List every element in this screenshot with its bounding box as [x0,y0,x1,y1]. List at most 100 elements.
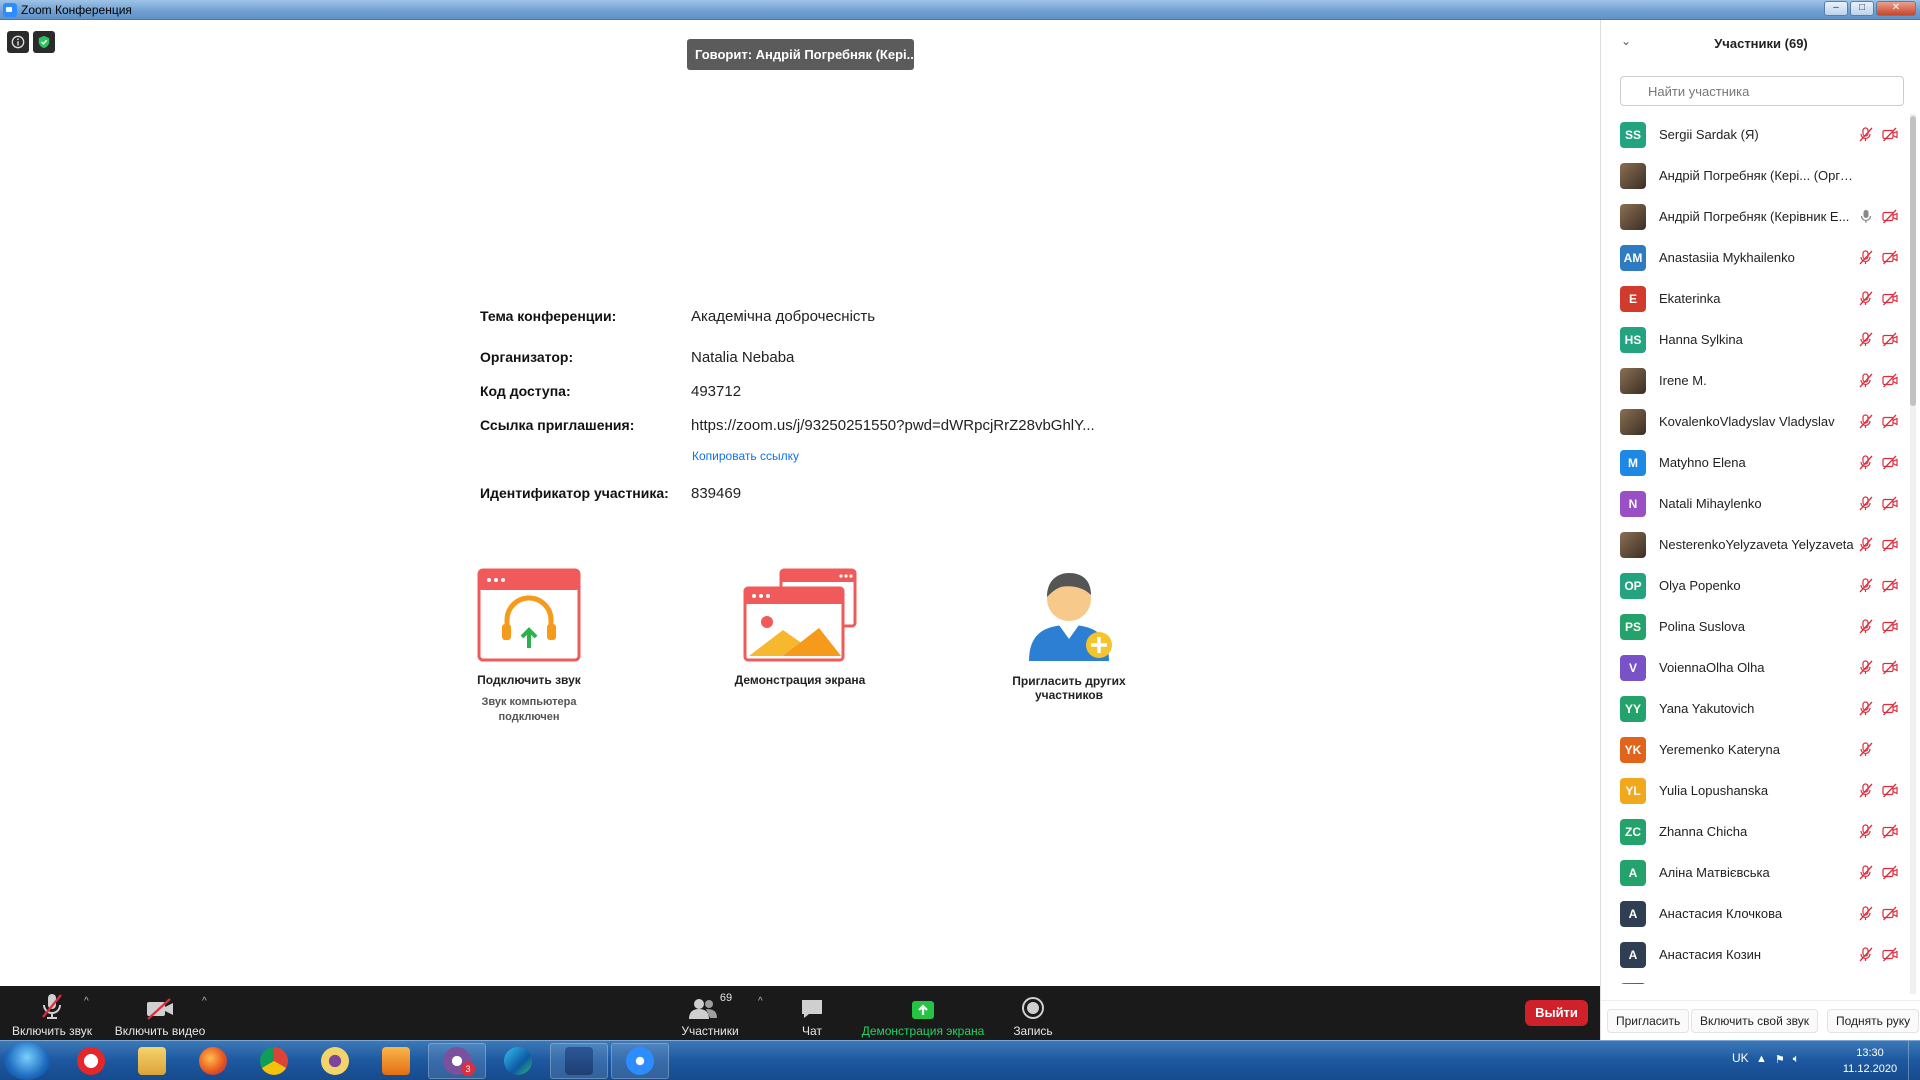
participant-row[interactable]: OP Olya Popenko [1601,565,1907,606]
explorer-icon [138,1047,166,1075]
participant-name: Анастасия Козин [1659,947,1762,962]
participant-name: Yulia Lopushanska [1659,783,1769,798]
taskbar-word-button[interactable] [550,1043,608,1079]
participant-row[interactable]: KovalenkoVladyslav Vladyslav [1601,401,1907,442]
chat-button[interactable]: Чат [790,986,834,1040]
window-title: Zoom Конференция [21,3,132,17]
muted-mic-icon [1859,537,1873,552]
participant-row[interactable]: N Natali Mihaylenko [1601,483,1907,524]
tray-expand-icon[interactable]: ▲ [1756,1053,1767,1066]
minimize-button[interactable]: – [1824,1,1848,16]
muted-mic-icon [1859,332,1873,347]
taskbar-explorer-button[interactable] [123,1043,181,1079]
close-button[interactable]: ✕ [1876,1,1916,16]
join-audio-tile[interactable]: Подключить звук Звук компьютера подключе… [464,568,594,725]
participant-row[interactable] [1601,975,1907,984]
encryption-shield-icon[interactable] [33,31,55,53]
taskbar-viber-button[interactable]: 3 [428,1043,486,1079]
muted-mic-icon [1859,906,1873,921]
participant-row[interactable]: M Matyhno Elena [1601,442,1907,483]
participant-row[interactable]: E Ekaterinka [1601,278,1907,319]
participant-status-icons [1858,824,1898,839]
participant-status-icons [1858,537,1898,552]
video-off-icon [1882,291,1898,306]
system-clock[interactable]: 13:30 11.12.2020 [1840,1045,1900,1077]
action-center-flag-icon[interactable]: ⚑ [1775,1053,1785,1066]
avatar [1620,982,1646,984]
unmute-button[interactable]: Включить звук [8,986,96,1040]
video-off-icon [1882,537,1898,552]
viber-notification-badge: 3 [461,1062,475,1076]
share-screen-button[interactable]: Демонстрация экрана [858,986,988,1040]
participant-name: KovalenkoVladyslav Vladyslav [1659,414,1835,429]
taskbar-media-player-button[interactable] [367,1043,425,1079]
start-button[interactable] [4,1042,50,1080]
zoom-app-icon [3,3,17,17]
meeting-info-icon[interactable] [7,31,29,53]
join-audio-icon [477,568,581,662]
maximize-button[interactable]: □ [1850,1,1874,16]
participant-row[interactable]: V VoiennaOlha Olha [1601,647,1907,688]
avatar: N [1620,490,1646,517]
taskbar-chrome-button[interactable] [245,1043,303,1079]
participant-list: SS Sergii Sardak (Я) Андрій Погребняк (Кер… [1601,114,1907,984]
participant-row[interactable]: YK Yeremenko Kateryna [1601,729,1907,770]
leave-meeting-button[interactable]: Выйти [1525,1000,1588,1026]
participant-row[interactable]: SS Sergii Sardak (Я) [1601,114,1907,155]
avatar: A [1620,900,1646,927]
avatar: YY [1620,695,1646,722]
participant-row[interactable]: AM Anastasiia Mykhailenko [1601,237,1907,278]
participant-name: Irene M. [1659,373,1707,388]
unmute-label: Включить звук [11,1024,93,1038]
volume-icon[interactable]: 🔈︎ [1793,1053,1800,1066]
participant-row[interactable]: NesterenkoYelyzaveta Yelyzaveta [1601,524,1907,565]
muted-mic-icon [1859,496,1873,511]
muted-mic-icon [1859,291,1873,306]
video-options-caret-icon[interactable]: ^ [202,996,207,1007]
participant-row[interactable]: PS Polina Suslova [1601,606,1907,647]
avatar: YL [1620,777,1646,804]
participant-row[interactable]: YY Yana Yakutovich [1601,688,1907,729]
participant-row[interactable]: A Аліна Матвієвська [1601,852,1907,893]
audio-options-caret-icon[interactable]: ^ [84,996,89,1007]
taskbar-zoom-button[interactable] [611,1043,669,1079]
mic-icon [1860,210,1872,223]
participant-row[interactable]: A Анастасия Козин [1601,934,1907,975]
raise-hand-button[interactable]: Поднять руку [1827,1009,1920,1033]
word-icon [565,1047,593,1075]
share-screen-tile[interactable]: Демонстрация экрана [725,568,875,687]
participant-row[interactable]: ZC Zhanna Chicha [1601,811,1907,852]
video-off-icon [1882,209,1898,224]
show-desktop-button[interactable] [1908,1041,1920,1080]
share-screen-label: Демонстрация экрана [734,673,866,687]
taskbar-firefox-button[interactable] [184,1043,242,1079]
participant-row[interactable]: Андрій Погребняк (Керівник Е... [1601,196,1907,237]
taskbar-opera-button[interactable] [62,1043,120,1079]
record-button[interactable]: Запись [1008,986,1058,1040]
participant-list-scrollbar[interactable] [1910,114,1916,994]
participant-row[interactable]: A Анастасия Клочкова [1601,893,1907,934]
participant-status-icons [1858,250,1898,265]
keyboard-language[interactable]: UK [1732,1051,1749,1065]
avatar: A [1620,941,1646,968]
avatar: V [1620,654,1646,681]
participant-row[interactable]: HS Hanna Sylkina [1601,319,1907,360]
invite-button[interactable]: Пригласить [1607,1009,1690,1033]
participant-row[interactable]: YL Yulia Lopushanska [1601,770,1907,811]
avatar: PS [1620,613,1646,640]
participant-search-input[interactable] [1620,76,1904,106]
participant-row[interactable]: Irene M. [1601,360,1907,401]
participants-button[interactable]: 69 Участники [672,986,748,1040]
taskbar-tor-button[interactable] [306,1043,364,1079]
muted-mic-icon [1859,865,1873,880]
invite-others-tile[interactable]: Пригласить других участников [1000,565,1138,702]
start-video-button[interactable]: Включить видео [112,986,208,1040]
participants-options-caret-icon[interactable]: ^ [758,996,763,1007]
muted-mic-icon [1859,947,1873,962]
opera-icon [77,1047,105,1075]
copy-link-button[interactable]: Копировать ссылку [692,449,799,463]
participant-row[interactable]: Андрій Погребняк (Кері... (Организатор) [1601,155,1907,196]
taskbar-edge-button[interactable] [489,1043,547,1079]
participant-name: Olya Popenko [1659,578,1741,593]
unmute-me-button[interactable]: Включить свой звук [1691,1009,1818,1033]
